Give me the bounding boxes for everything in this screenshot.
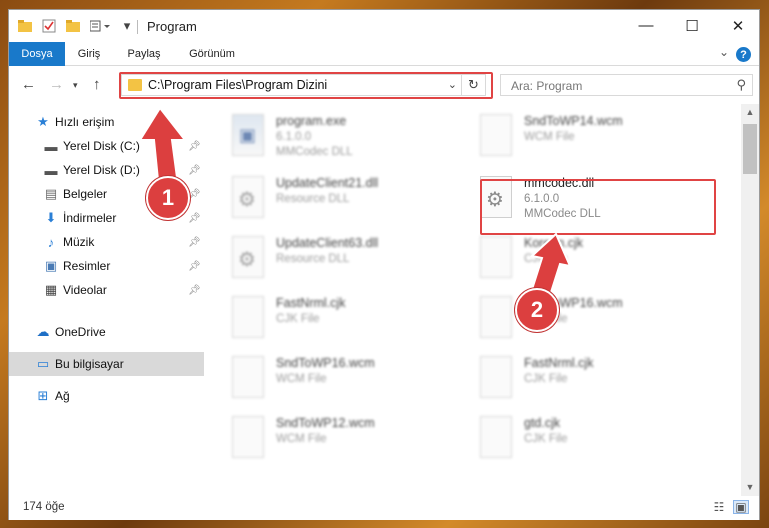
step-badge-1: 1: [146, 176, 190, 220]
step-badge-2: 2: [515, 288, 559, 332]
annotation-arrows: [138, 106, 572, 310]
